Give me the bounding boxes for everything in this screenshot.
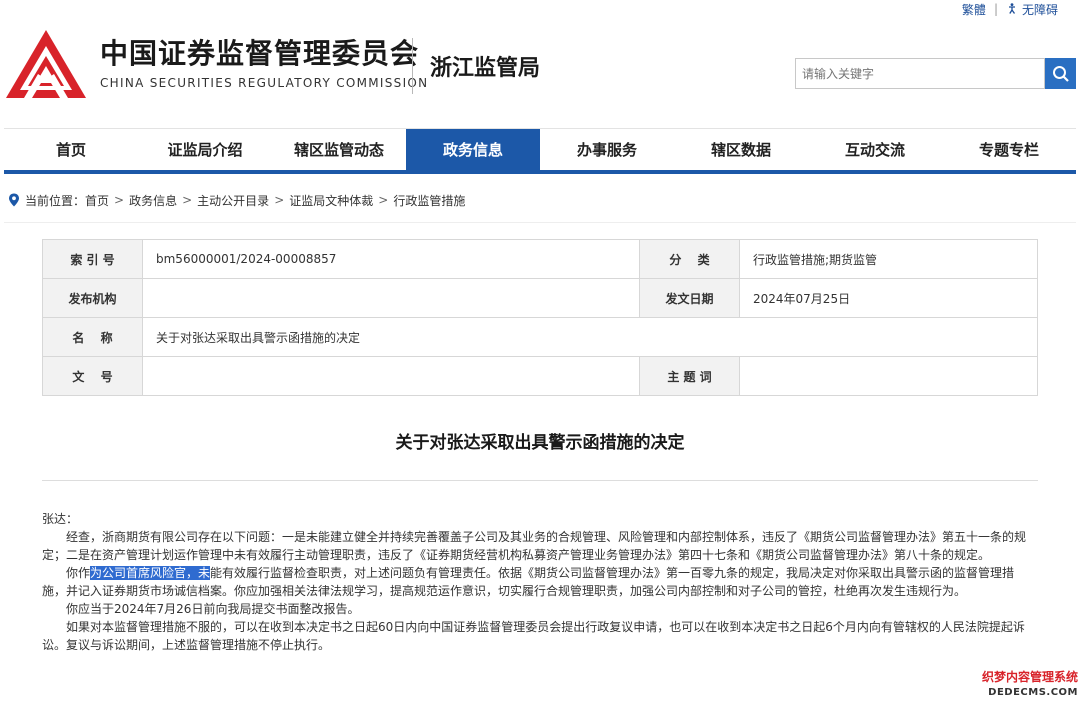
link-separator: |: [993, 2, 998, 16]
breadcrumb-government-info[interactable]: 政务信息: [129, 192, 177, 209]
csrc-logo-icon[interactable]: [4, 26, 88, 110]
nav-bureau-intro[interactable]: 证监局介绍: [138, 129, 272, 170]
table-row: 索 引 号 bm56000001/2024-00008857 分 类 行政监管措…: [42, 239, 1038, 279]
breadcrumb-separator: >: [274, 193, 285, 207]
main-nav: 首页 证监局介绍 辖区监管动态 政务信息 办事服务 辖区数据 互动交流 专题专栏: [4, 128, 1076, 174]
breadcrumb-admin-measures[interactable]: 行政监管措施: [393, 192, 465, 209]
watermark-cn: 织梦内容管理系统: [981, 670, 1078, 684]
nav-government-info[interactable]: 政务信息: [406, 129, 540, 170]
selected-text-highlight[interactable]: 为公司首席风险官，未: [90, 566, 211, 580]
paragraph-appeal: 如果对本监督管理措施不服的，可以在收到本决定书之日起60日内向中国证券监督管理委…: [42, 620, 1025, 652]
nav-regional-data[interactable]: 辖区数据: [674, 129, 808, 170]
title-divider: [42, 480, 1038, 481]
header-divider: [412, 38, 413, 94]
index-number-value: bm56000001/2024-00008857: [142, 239, 640, 279]
breadcrumb: 当前位置： 首页 > 政务信息 > 主动公开目录 > 证监局文种体裁 > 行政监…: [8, 190, 465, 210]
keywords-value: [739, 356, 1038, 396]
doc-number-label: 文 号: [42, 356, 143, 396]
issue-date-label: 发文日期: [639, 278, 740, 318]
nav-regional-news[interactable]: 辖区监管动态: [272, 129, 406, 170]
index-number-label: 索 引 号: [42, 239, 143, 279]
breadcrumb-separator: >: [114, 193, 125, 207]
search-button[interactable]: [1045, 58, 1076, 89]
watermark-en: DEDECMS.COM: [988, 687, 1078, 698]
accessibility-link[interactable]: 无障碍: [1022, 1, 1058, 18]
nav-home[interactable]: 首页: [4, 129, 138, 170]
search-icon: [1052, 65, 1069, 82]
traditional-chinese-link[interactable]: 繁體: [962, 1, 986, 18]
bureau-name: 浙江监管局: [430, 56, 541, 81]
site-header: 中国证券监督管理委员会 CHINA SECURITIES REGULATORY …: [0, 18, 1080, 130]
document-body: 张达： 经查，浙商期货有限公司存在以下问题：一是未能建立健全并持续完善覆盖子公司…: [42, 510, 1038, 654]
dedecms-watermark: 织梦内容管理系统 DEDECMS.COM: [968, 668, 1078, 702]
salutation: 张达：: [42, 512, 79, 526]
paragraph-rectification: 你应当于2024年7月26日前向我局提交书面整改报告。: [66, 602, 360, 616]
doc-name-value: 关于对张达采取出具警示函措施的决定: [142, 317, 1038, 357]
accessibility-icon[interactable]: [1006, 3, 1018, 15]
breadcrumb-home[interactable]: 首页: [85, 192, 109, 209]
org-name-english: CHINA SECURITIES REGULATORY COMMISSION: [100, 76, 429, 90]
issue-date-value: 2024年07月25日: [739, 278, 1038, 318]
issuer-label: 发布机构: [42, 278, 143, 318]
search-input[interactable]: [795, 58, 1045, 89]
nav-special-topics[interactable]: 专题专栏: [942, 129, 1076, 170]
breadcrumb-separator: >: [182, 193, 193, 207]
nav-interaction[interactable]: 互动交流: [808, 129, 942, 170]
table-row: 发布机构 发文日期 2024年07月25日: [42, 278, 1038, 318]
doc-name-label: 名 称: [42, 317, 143, 357]
breadcrumb-document-types[interactable]: 证监局文种体裁: [289, 192, 373, 209]
table-row: 名 称 关于对张达采取出具警示函措施的决定: [42, 317, 1038, 357]
breadcrumb-separator: >: [378, 193, 389, 207]
issuer-value: [142, 278, 640, 318]
document-title: 关于对张达采取出具警示函措施的决定: [395, 433, 685, 453]
document-info-table: 索 引 号 bm56000001/2024-00008857 分 类 行政监管措…: [42, 239, 1038, 396]
paragraph-findings: 经查，浙商期货有限公司存在以下问题：一是未能建立健全并持续完善覆盖子公司及其业务…: [42, 530, 1027, 562]
category-value: 行政监管措施;期货监管: [739, 239, 1038, 279]
table-row: 文 号 主 题 词: [42, 356, 1038, 396]
location-pin-icon: [9, 193, 19, 207]
top-links: 繁體 | 无障碍: [962, 0, 1058, 18]
paragraph-decision: 你作为公司首席风险官，未能有效履行监督检查职责，对上述问题负有管理责任。依据《期…: [42, 564, 1038, 600]
keywords-label: 主 题 词: [639, 356, 740, 396]
breadcrumb-public-catalog[interactable]: 主动公开目录: [197, 192, 269, 209]
decision-text-start: 你作: [66, 566, 91, 580]
doc-number-value: [142, 356, 640, 396]
category-label: 分 类: [639, 239, 740, 279]
nav-services[interactable]: 办事服务: [540, 129, 674, 170]
breadcrumb-prefix: 当前位置：: [25, 193, 86, 208]
org-name-chinese[interactable]: 中国证券监督管理委员会: [100, 32, 419, 72]
